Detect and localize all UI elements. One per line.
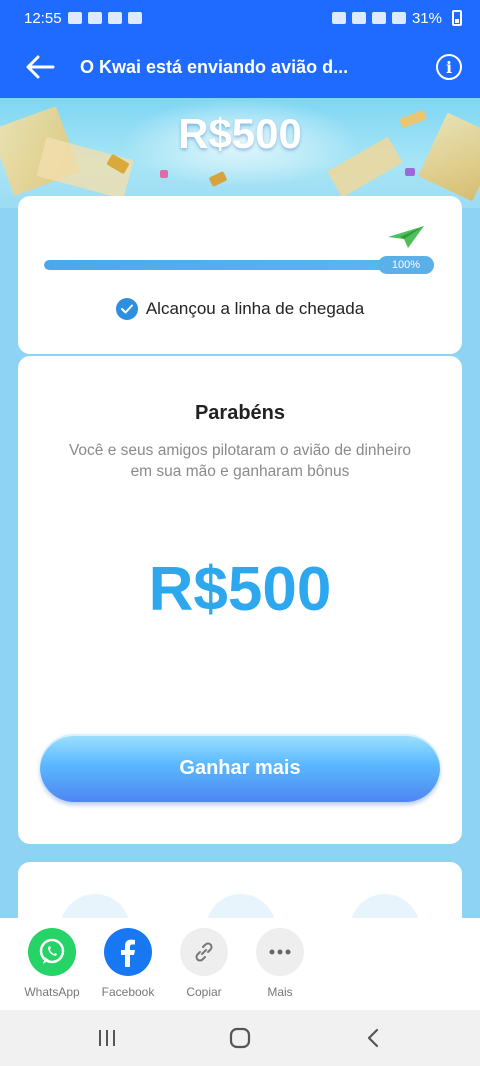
battery-icon: [452, 10, 462, 26]
congrats-title: Parabéns: [194, 402, 286, 424]
message-icon: [87, 12, 102, 24]
system-back-button[interactable]: [343, 1016, 403, 1060]
progress-fill: [44, 260, 434, 270]
share-facebook[interactable]: Facebook: [90, 918, 166, 1010]
share-sheet: WhatsApp Facebook Copiar Mais: [0, 918, 480, 1010]
recent-apps-icon: [98, 1030, 115, 1046]
recent-apps-button[interactable]: [77, 1016, 137, 1060]
share-label: Copiar: [186, 985, 222, 999]
confetti-decoration: [405, 168, 415, 176]
hero-amount: R$500: [178, 110, 302, 157]
system-nav-bar: [0, 1010, 480, 1066]
status-right: 31%: [331, 9, 462, 27]
wifi-icon: [371, 12, 386, 24]
share-label: WhatsApp: [24, 985, 80, 999]
notification-icon: [67, 12, 82, 24]
facebook-icon: [104, 928, 152, 976]
hero-banner: R$500: [0, 98, 480, 208]
battery-percent: 31%: [411, 9, 442, 27]
status-bar: 12:55 31%: [0, 0, 480, 36]
share-label: Mais: [267, 985, 293, 999]
status-time: 12:55: [24, 9, 62, 27]
home-icon: [229, 1027, 251, 1049]
info-icon: i: [436, 54, 462, 80]
arrow-left-icon: [26, 55, 55, 79]
back-button[interactable]: [0, 36, 80, 98]
share-whatsapp[interactable]: WhatsApp: [14, 918, 90, 1010]
progress-percent: 100%: [378, 256, 434, 274]
reward-amount: R$500: [148, 555, 332, 624]
share-copy-link[interactable]: Copiar: [166, 918, 242, 1010]
congrats-description: Você e seus amigos pilotaram o avião de …: [68, 442, 412, 480]
finish-text: Alcançou a linha de chegada: [145, 299, 365, 318]
reward-card: Parabéns Você e seus amigos pilotaram o …: [18, 356, 462, 844]
info-button[interactable]: i: [418, 36, 480, 98]
progress-bar: [44, 260, 434, 270]
check-circle-icon: [115, 298, 138, 320]
share-more[interactable]: Mais: [242, 918, 318, 1010]
progress-card: 100% Alcançou a linha de chegada: [18, 196, 462, 354]
share-label: Facebook: [101, 985, 155, 999]
music-icon: [127, 12, 142, 24]
app-bar: O Kwai está enviando avião d... i: [0, 36, 480, 98]
status-left: 12:55: [24, 10, 142, 27]
clock-icon: [351, 12, 366, 24]
link-icon: [180, 928, 228, 976]
confetti-decoration: [160, 170, 168, 178]
finish-status: Alcançou a linha de chegada: [18, 298, 462, 320]
signal-icon: [391, 12, 406, 24]
earn-more-button[interactable]: Ganhar mais: [40, 734, 440, 802]
whatsapp-icon: [28, 928, 76, 976]
calendar-icon: [107, 12, 122, 24]
more-icon: [256, 928, 304, 976]
alarm-icon: [331, 12, 346, 24]
page-title: O Kwai está enviando avião d...: [80, 56, 349, 77]
chevron-left-icon: [368, 1028, 379, 1048]
paper-plane-icon: [388, 226, 424, 248]
home-button[interactable]: [210, 1016, 270, 1060]
